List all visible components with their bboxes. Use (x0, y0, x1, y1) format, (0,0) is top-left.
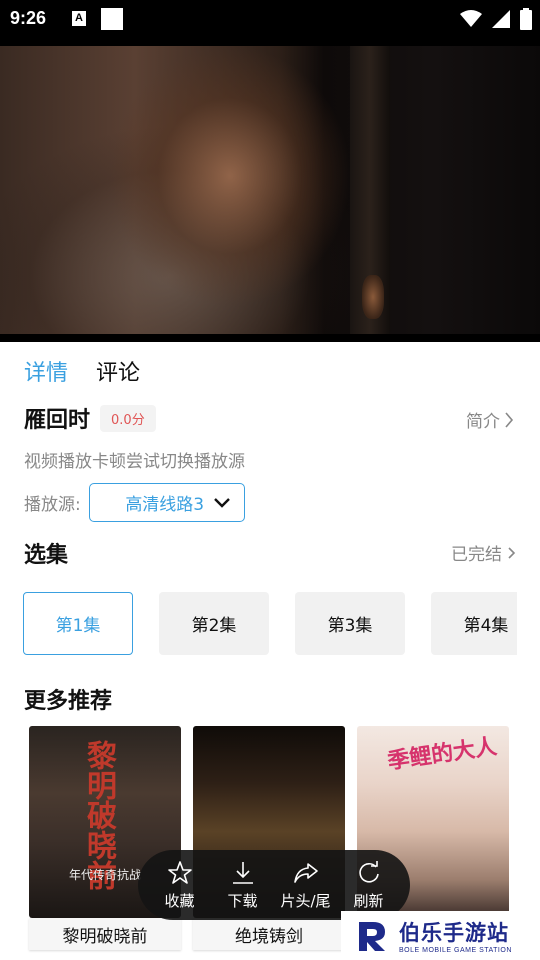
episode-item[interactable]: 第3集 (295, 592, 405, 655)
recommend-card[interactable]: 黎明破晓前 年代传奇抗战 黎明破晓前 (29, 726, 181, 956)
recommend-card[interactable]: 绝境铸剑 (193, 726, 345, 956)
intro-link-label: 简介 (466, 412, 500, 432)
detail-tabs: 详情 评论 (24, 355, 140, 387)
skip-intro-button[interactable]: 片头/尾 (276, 860, 336, 911)
episodes-status-label: 已完结 (451, 545, 502, 565)
bole-logo-icon (359, 921, 385, 951)
recommend-header: 更多推荐 (24, 689, 113, 714)
notification-icon: A (72, 11, 86, 26)
chevron-right-icon (508, 546, 516, 559)
recommend-title: 绝境铸剑 (193, 918, 345, 950)
download-button[interactable]: 下载 (213, 860, 273, 911)
episode-item[interactable]: 第1集 (23, 592, 133, 655)
watermark-text: 伯乐手游站 BOLE MOBILE GAME STATION (399, 917, 512, 954)
refresh-icon (358, 860, 379, 883)
share-arrow-icon (293, 862, 318, 883)
video-frame (0, 46, 540, 334)
tab-comments[interactable]: 评论 (96, 355, 140, 387)
signal-icon (492, 10, 510, 28)
refresh-button[interactable]: 刷新 (339, 860, 399, 911)
tab-details[interactable]: 详情 (24, 355, 68, 387)
watermark-sub: BOLE MOBILE GAME STATION (399, 947, 512, 954)
video-player[interactable] (0, 40, 540, 342)
source-row: 播放源: 高清线路3 (24, 483, 245, 522)
source-label: 播放源: (24, 495, 81, 515)
notification-square-icon (101, 8, 123, 30)
source-selected: 高清线路3 (125, 495, 205, 515)
chevron-right-icon (505, 411, 514, 428)
download-icon (232, 861, 253, 884)
refresh-label: 刷新 (353, 891, 384, 910)
recommend-title: 黎明破晓前 (29, 918, 181, 950)
wifi-icon (460, 10, 482, 27)
floating-action-menu: 收藏 下载 片头/尾 刷新 (138, 850, 410, 920)
episodes-status[interactable]: 已完结 (451, 540, 516, 565)
battery-icon (520, 8, 532, 30)
episode-item[interactable]: 第4集 (431, 592, 517, 655)
star-icon (167, 860, 192, 884)
episodes-header: 选集 (24, 543, 69, 568)
video-frame-hand (362, 275, 384, 319)
favorite-label: 收藏 (164, 891, 195, 910)
show-title: 雁回时 (24, 408, 91, 433)
playback-tip: 视频播放卡顿尝试切换播放源 (24, 452, 245, 472)
watermark: 伯乐手游站 BOLE MOBILE GAME STATION (341, 911, 540, 960)
episode-list: 第1集 第2集 第3集 第4集 (23, 592, 517, 656)
skip-intro-label: 片头/尾 (280, 891, 331, 910)
chevron-down-icon (214, 497, 230, 508)
status-icons (460, 8, 532, 30)
status-bar: 9:26 A (0, 0, 540, 40)
title-row: 雁回时 0.0分 (24, 402, 156, 434)
source-dropdown[interactable]: 高清线路3 (88, 483, 245, 522)
download-label: 下载 (227, 891, 258, 910)
favorite-button[interactable]: 收藏 (150, 860, 210, 911)
status-time: 9:26 (10, 8, 47, 28)
watermark-main: 伯乐手游站 (399, 921, 509, 945)
score-badge: 0.0分 (100, 404, 156, 432)
episode-item[interactable]: 第2集 (159, 592, 269, 655)
intro-link[interactable]: 简介 (466, 407, 514, 432)
poster-title-text: 季鲤的大人 (386, 733, 499, 775)
